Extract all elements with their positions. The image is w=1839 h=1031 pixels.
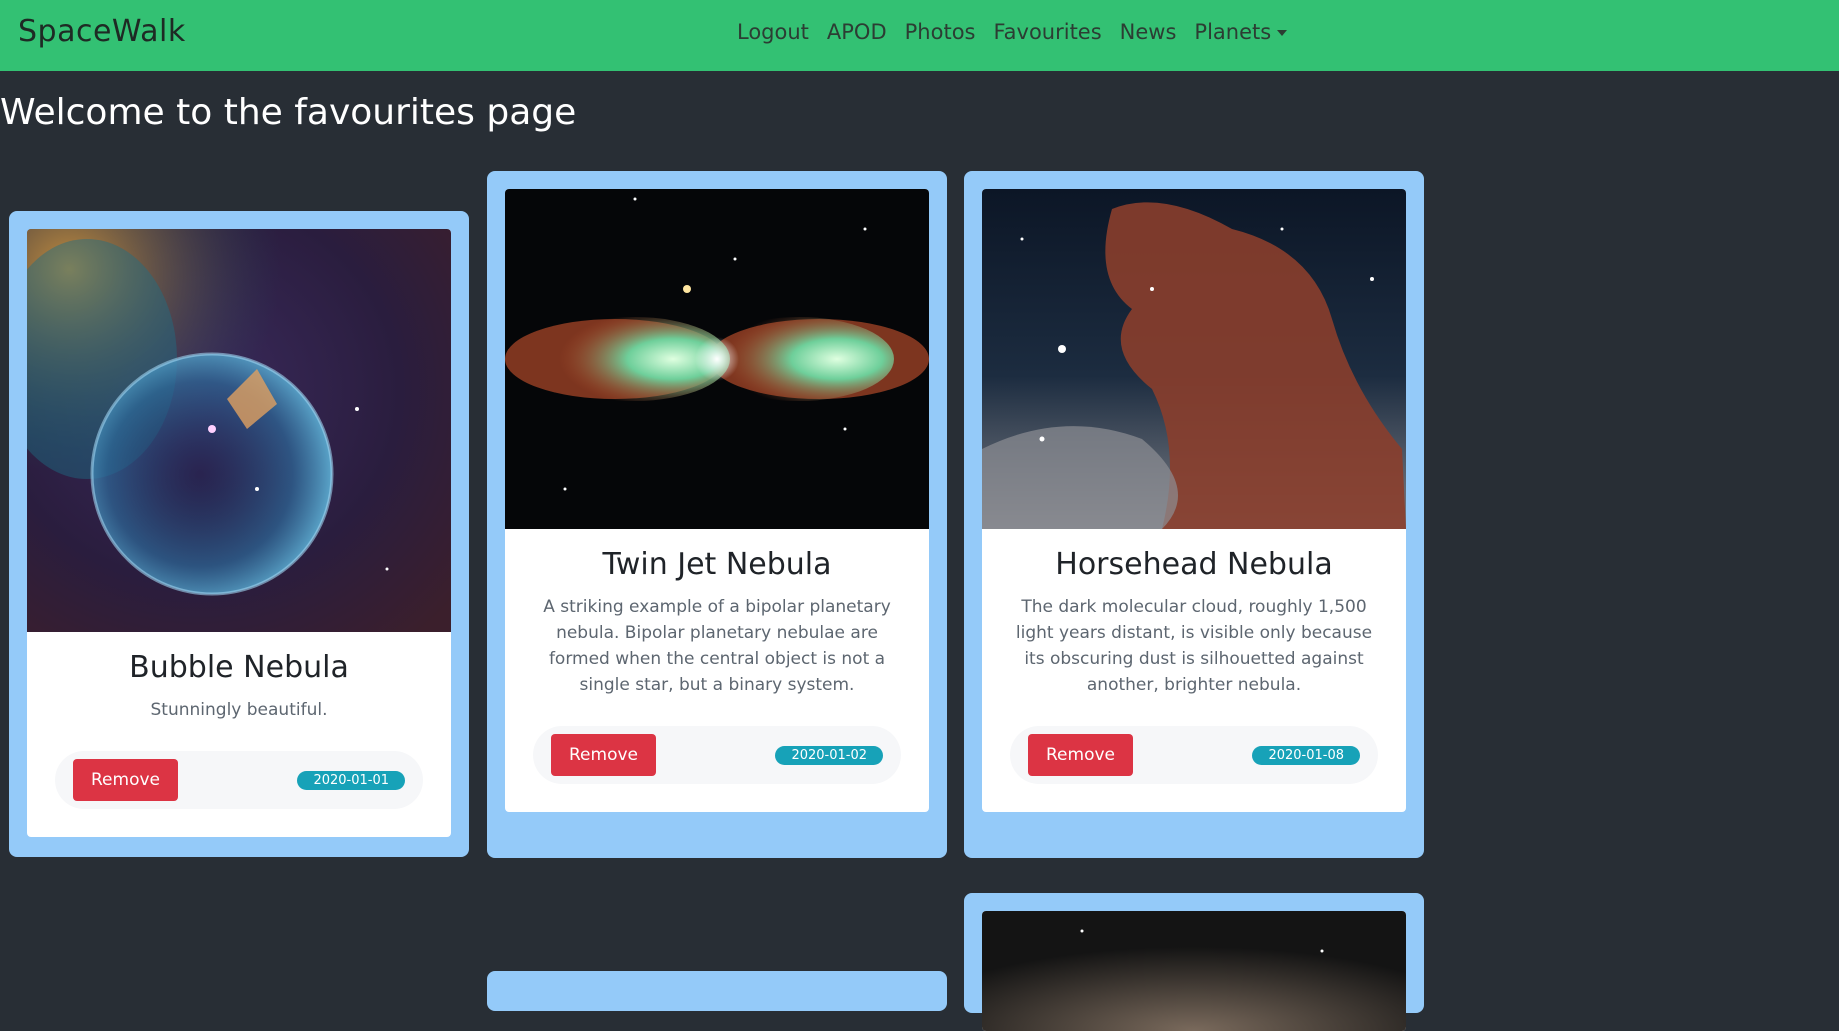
nebula-image bbox=[27, 229, 451, 632]
favourite-card: Horsehead Nebula The dark molecular clou… bbox=[982, 189, 1406, 812]
page-title: Welcome to the favourites page bbox=[0, 92, 577, 133]
remove-button[interactable]: Remove bbox=[73, 759, 178, 801]
galaxy-image bbox=[982, 911, 1406, 1031]
nebula-image bbox=[982, 189, 1406, 529]
favourite-card-frame: Horsehead Nebula The dark molecular clou… bbox=[964, 171, 1424, 858]
date-badge: 2020-01-02 bbox=[775, 746, 883, 765]
card-description: A striking example of a bipolar planetar… bbox=[543, 597, 891, 695]
card-title: Twin Jet Nebula bbox=[602, 547, 832, 582]
remove-button[interactable]: Remove bbox=[551, 734, 656, 776]
card-footer: Remove 2020-01-01 bbox=[55, 751, 423, 809]
navbar: SpaceWalk Logout APOD Photos Favourites … bbox=[0, 0, 1839, 71]
card-footer: Remove 2020-01-02 bbox=[533, 726, 901, 784]
card-footer: Remove 2020-01-08 bbox=[1010, 726, 1378, 784]
card-description: Stunningly beautiful. bbox=[150, 700, 328, 720]
favourite-card-frame bbox=[964, 893, 1424, 1031]
nav-photos[interactable]: Photos bbox=[905, 20, 976, 44]
favourite-card-frame: Twin Jet Nebula A striking example of a … bbox=[487, 171, 947, 858]
date-badge: 2020-01-08 bbox=[1252, 746, 1360, 765]
favourite-card bbox=[982, 911, 1406, 1031]
nav-favourites[interactable]: Favourites bbox=[994, 20, 1102, 44]
card-description: The dark molecular cloud, roughly 1,500 … bbox=[1015, 597, 1373, 695]
card-title: Bubble Nebula bbox=[129, 650, 349, 685]
nav-news[interactable]: News bbox=[1120, 20, 1177, 44]
nav-links: Logout APOD Photos Favourites News Plane… bbox=[737, 20, 1288, 44]
nebula-image bbox=[505, 189, 929, 529]
nav-apod[interactable]: APOD bbox=[827, 20, 887, 44]
favourite-card-frame bbox=[487, 971, 947, 1011]
brand-logo[interactable]: SpaceWalk bbox=[18, 14, 186, 49]
date-badge: 2020-01-01 bbox=[297, 771, 405, 790]
nav-planets-label: Planets bbox=[1194, 20, 1272, 44]
card-title: Horsehead Nebula bbox=[1055, 547, 1333, 582]
nav-logout[interactable]: Logout bbox=[737, 20, 809, 44]
favourite-card-frame: Bubble Nebula Stunningly beautiful. Remo… bbox=[9, 211, 469, 857]
favourite-card: Bubble Nebula Stunningly beautiful. Remo… bbox=[27, 229, 451, 837]
nav-planets-dropdown[interactable]: Planets bbox=[1194, 20, 1288, 44]
caret-down-icon bbox=[1277, 30, 1288, 36]
favourite-card: Twin Jet Nebula A striking example of a … bbox=[505, 189, 929, 812]
remove-button[interactable]: Remove bbox=[1028, 734, 1133, 776]
